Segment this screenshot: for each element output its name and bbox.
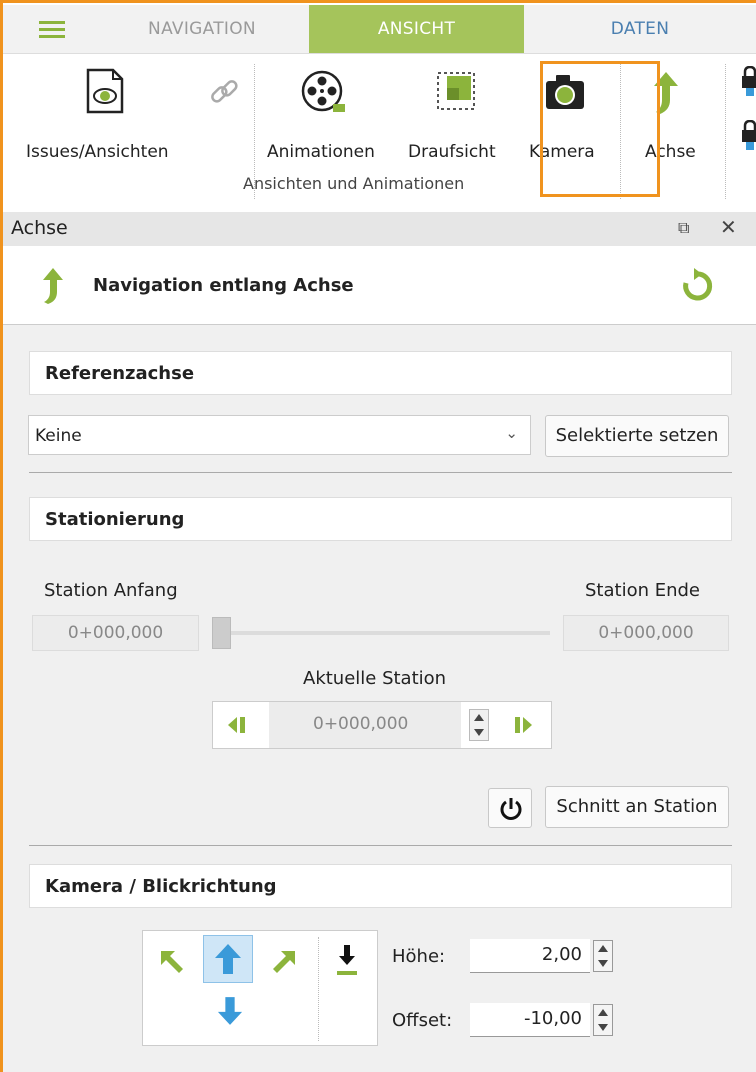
section-title: Referenzachse	[45, 363, 195, 384]
station-slider-track[interactable]	[230, 631, 550, 635]
station-spin-button[interactable]	[469, 709, 489, 741]
link-icon[interactable]	[208, 76, 240, 108]
chevron-down-icon: ⌄	[505, 424, 518, 442]
tab-ansicht[interactable]: ANSICHT	[309, 5, 524, 53]
offset-label: Offset:	[392, 1010, 453, 1031]
power-toggle-button[interactable]	[488, 788, 532, 828]
tab-daten[interactable]: DATEN	[524, 5, 756, 53]
arrow-up-right-icon[interactable]	[269, 947, 299, 977]
height-down-icon[interactable]	[335, 943, 359, 979]
station-anfang-label: Station Anfang	[44, 580, 178, 601]
arrow-up-button[interactable]	[203, 935, 253, 983]
hoehe-label: Höhe:	[392, 946, 446, 967]
panel-titlebar: Achse ⧉ ✕	[3, 212, 756, 246]
offset-input[interactable]: -10,00	[470, 1003, 590, 1037]
panel-title: Achse	[11, 217, 68, 239]
top-view-icon	[437, 72, 475, 110]
ribbon-separator	[725, 64, 726, 199]
issues-button[interactable]: Issues/Ansichten	[23, 62, 193, 172]
panel-heading: Navigation entlang Achse	[93, 275, 354, 296]
ribbon-group-label: Ansichten und Animationen	[243, 174, 465, 193]
close-icon[interactable]: ✕	[720, 215, 737, 239]
arrow-up-icon	[215, 944, 241, 974]
float-icon[interactable]: ⧉	[678, 218, 689, 238]
step-back-icon[interactable]	[227, 716, 247, 734]
reset-icon[interactable]	[680, 268, 714, 302]
axis-arrow-icon	[43, 268, 63, 304]
section-stationierung: Stationierung	[29, 497, 732, 541]
station-ende-label: Station Ende	[585, 580, 700, 601]
hoehe-stepper[interactable]	[593, 940, 613, 972]
section-kamera-blickrichtung: Kamera / Blickrichtung	[29, 864, 732, 908]
aktuelle-station-label: Aktuelle Station	[303, 668, 447, 689]
arrow-down-icon[interactable]	[217, 995, 243, 1027]
pad-divider	[318, 937, 319, 1041]
highlight-box	[540, 61, 660, 197]
menu-button[interactable]	[3, 5, 95, 53]
power-icon	[500, 798, 522, 820]
referenzachse-select[interactable]: Keine ⌄	[28, 415, 531, 455]
aktuelle-station-control: 0+000,000	[212, 701, 552, 749]
hoehe-input[interactable]: 2,00	[470, 939, 590, 973]
ribbon-tabs: NAVIGATION ANSICHT DATEN	[3, 5, 756, 53]
divider	[29, 845, 732, 846]
animationen-label: Animationen	[267, 142, 375, 162]
animationen-button[interactable]: Animationen	[265, 62, 395, 172]
step-forward-icon[interactable]	[513, 716, 533, 734]
schnitt-an-station-button[interactable]: Schnitt an Station	[545, 786, 729, 828]
aktuelle-station-value: 0+000,000	[313, 714, 409, 734]
issues-label: Issues/Ansichten	[26, 142, 169, 162]
panel-header: Navigation entlang Achse	[3, 246, 756, 325]
selektierte-setzen-button[interactable]: Selektierte setzen	[545, 415, 729, 457]
arrow-up-left-icon[interactable]	[157, 947, 187, 977]
draufsicht-label: Draufsicht	[408, 142, 496, 162]
divider	[29, 472, 732, 473]
section-referenzachse: Referenzachse	[29, 351, 732, 395]
tab-navigation[interactable]: NAVIGATION	[95, 5, 309, 53]
draufsicht-button[interactable]: Draufsicht	[403, 62, 513, 172]
station-ende-field[interactable]: 0+000,000	[563, 615, 729, 651]
lock-icon[interactable]	[741, 120, 756, 154]
section-title: Stationierung	[45, 509, 185, 530]
offset-stepper[interactable]	[593, 1004, 613, 1036]
lock-icon[interactable]	[741, 66, 756, 100]
document-eye-icon	[86, 68, 124, 114]
station-slider-thumb[interactable]	[212, 617, 231, 649]
station-anfang-field[interactable]: 0+000,000	[32, 615, 199, 651]
film-reel-icon	[301, 70, 345, 112]
select-value: Keine	[35, 426, 82, 446]
direction-pad	[142, 930, 378, 1046]
hamburger-icon	[39, 21, 65, 38]
section-title: Kamera / Blickrichtung	[45, 876, 277, 897]
